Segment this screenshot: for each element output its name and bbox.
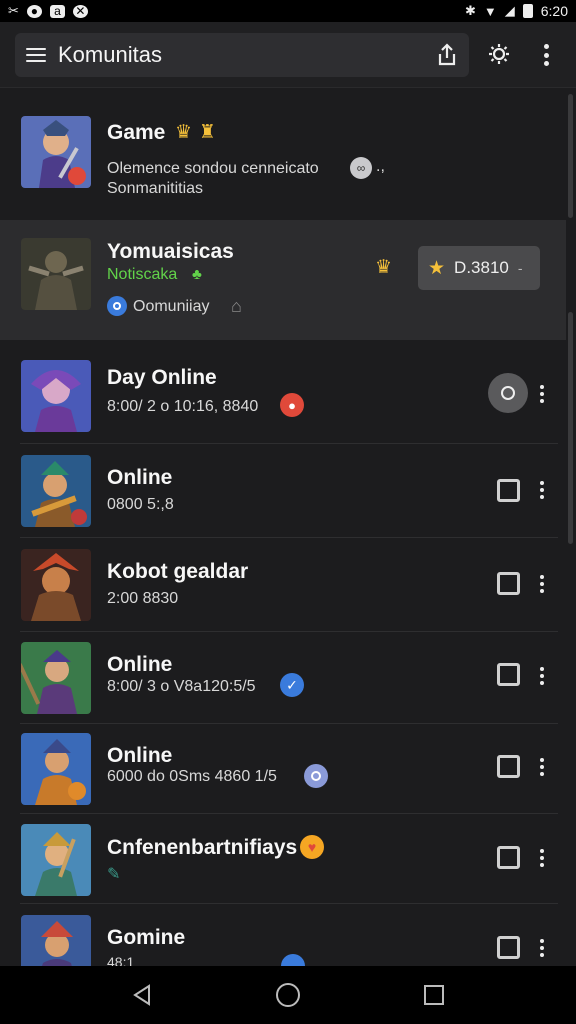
community-thumbnail bbox=[21, 915, 91, 966]
settings-icon[interactable] bbox=[486, 42, 512, 66]
list-item[interactable]: Gomine 48:1 bbox=[0, 904, 566, 966]
bluetooth-icon: ✱ bbox=[464, 3, 476, 18]
dash-icon: - bbox=[517, 260, 523, 276]
community-thumbnail bbox=[21, 360, 91, 432]
list-item[interactable]: Online 8:00/ 3 o V8a120:5/5 ✓ bbox=[0, 632, 566, 724]
heart-badge-icon: ♥ bbox=[300, 835, 324, 859]
scrollbar[interactable] bbox=[568, 94, 573, 218]
list-item[interactable]: Online 6000 do 0Sms 4860 1/5 bbox=[0, 724, 566, 814]
community-thumbnail bbox=[21, 642, 91, 714]
row-subtitle-ellipsis: ., bbox=[376, 158, 385, 175]
row-title: Gomine bbox=[107, 926, 186, 949]
crown-icon: ♛ bbox=[175, 122, 193, 143]
community-thumbnail bbox=[21, 238, 91, 310]
page-title: Komunitas bbox=[58, 42, 162, 67]
share-icon[interactable] bbox=[435, 42, 459, 68]
community-thumbnail bbox=[21, 824, 91, 896]
row-more-icon[interactable] bbox=[538, 667, 546, 685]
verified-badge-icon: ✓ bbox=[280, 673, 304, 697]
sync-button[interactable] bbox=[488, 373, 528, 413]
row-title: Online bbox=[107, 744, 173, 767]
shield-badge-icon bbox=[304, 764, 328, 788]
row-checkbox[interactable] bbox=[497, 663, 520, 686]
community-thumbnail bbox=[21, 455, 91, 527]
row-subtitle-line2: Sonmanititias bbox=[107, 180, 204, 197]
wifi-icon: ▼ bbox=[483, 3, 497, 19]
row-subtitle: 8:00/ 2 o 10:16, 8840 bbox=[107, 398, 259, 415]
points-button[interactable]: ★ D.3810 - bbox=[418, 246, 540, 290]
row-more-icon[interactable] bbox=[538, 481, 546, 499]
list-item[interactable]: Online 0800 5:,8 bbox=[0, 444, 566, 538]
row-title: Kobot gealdar bbox=[107, 560, 249, 583]
notification-a-icon: a bbox=[49, 4, 65, 18]
verified-badge-icon bbox=[281, 954, 305, 966]
home-icon[interactable] bbox=[275, 982, 301, 1008]
row-checkbox[interactable] bbox=[497, 755, 520, 778]
fortress-icon: ♜ bbox=[199, 122, 217, 143]
row-more-icon[interactable] bbox=[538, 849, 546, 867]
row-title: Day Online bbox=[107, 366, 217, 389]
row-more-icon[interactable] bbox=[538, 575, 546, 593]
row-more-icon[interactable] bbox=[538, 758, 546, 776]
community-badge-icon bbox=[107, 296, 127, 316]
status-time: 6:20 bbox=[540, 3, 568, 19]
menu-icon[interactable] bbox=[26, 48, 46, 62]
scrollbar-track bbox=[568, 312, 573, 544]
row-title: Online bbox=[107, 466, 173, 489]
community-thumbnail bbox=[21, 733, 91, 805]
list-item[interactable]: Cnfenenbartnifiays ♥ ✎ bbox=[0, 814, 566, 904]
sync-icon bbox=[501, 386, 515, 400]
app-notification-icon: ✕ bbox=[72, 4, 88, 18]
row-subtitle: Olemence sondou cenneicato bbox=[107, 160, 319, 177]
fire-badge-icon: ● bbox=[280, 393, 304, 417]
points-label: D.3810 bbox=[454, 258, 509, 277]
plant-icon: ♣ bbox=[192, 266, 202, 283]
row-tag: Notiscaka bbox=[107, 266, 178, 283]
community-thumbnail bbox=[21, 116, 91, 188]
recents-icon[interactable] bbox=[423, 984, 445, 1006]
list-item-featured[interactable]: Game ♛ ♜ Olemence sondou cenneicato ∞ .,… bbox=[0, 92, 566, 220]
row-more-icon[interactable] bbox=[538, 385, 546, 403]
row-checkbox[interactable] bbox=[497, 936, 520, 959]
row-subtitle: Oomuniiay bbox=[133, 298, 210, 315]
tools-icon: ✂ bbox=[8, 3, 19, 18]
tool-icon: ✎ bbox=[107, 866, 121, 883]
row-subtitle: 8:00/ 3 o V8a120:5/5 bbox=[107, 678, 256, 695]
list-item[interactable]: Day Online 8:00/ 2 o 10:16, 8840 ● bbox=[0, 348, 566, 444]
signal-icon: ◢ bbox=[504, 3, 515, 18]
battery-icon bbox=[522, 4, 533, 18]
star-icon: ★ bbox=[428, 257, 446, 279]
title-bar: Komunitas bbox=[15, 33, 469, 77]
row-checkbox[interactable] bbox=[497, 572, 520, 595]
row-subtitle: 6000 do 0Sms 4860 1/5 bbox=[107, 768, 277, 785]
community-thumbnail bbox=[21, 549, 91, 621]
list-item[interactable]: Kobot gealdar 2:00 8830 bbox=[0, 538, 566, 632]
multiplayer-icon: ∞ bbox=[350, 157, 372, 179]
row-title: Game bbox=[107, 121, 166, 144]
row-checkbox[interactable] bbox=[497, 846, 520, 869]
row-checkbox[interactable] bbox=[497, 479, 520, 502]
row-title: Cnfenenbartnifiays bbox=[107, 836, 298, 859]
status-bar: ✂ ● a ✕ ✱ ▼ ◢ 6:20 bbox=[0, 0, 576, 22]
row-title: Yomuaisicas bbox=[107, 240, 234, 263]
more-options-icon[interactable] bbox=[538, 42, 554, 68]
row-title: Online bbox=[107, 653, 173, 676]
row-subtitle: 0800 5:,8 bbox=[107, 496, 174, 513]
row-more-icon[interactable] bbox=[538, 939, 546, 957]
back-icon[interactable] bbox=[131, 983, 153, 1007]
lock-icon: ⌂ bbox=[231, 296, 242, 316]
system-nav-bar bbox=[0, 966, 576, 1024]
row-subtitle: 48:1 bbox=[107, 954, 135, 966]
crown-icon: ♛ bbox=[375, 257, 393, 278]
record-icon: ● bbox=[26, 4, 42, 18]
row-subtitle: 2:00 8830 bbox=[107, 590, 179, 607]
